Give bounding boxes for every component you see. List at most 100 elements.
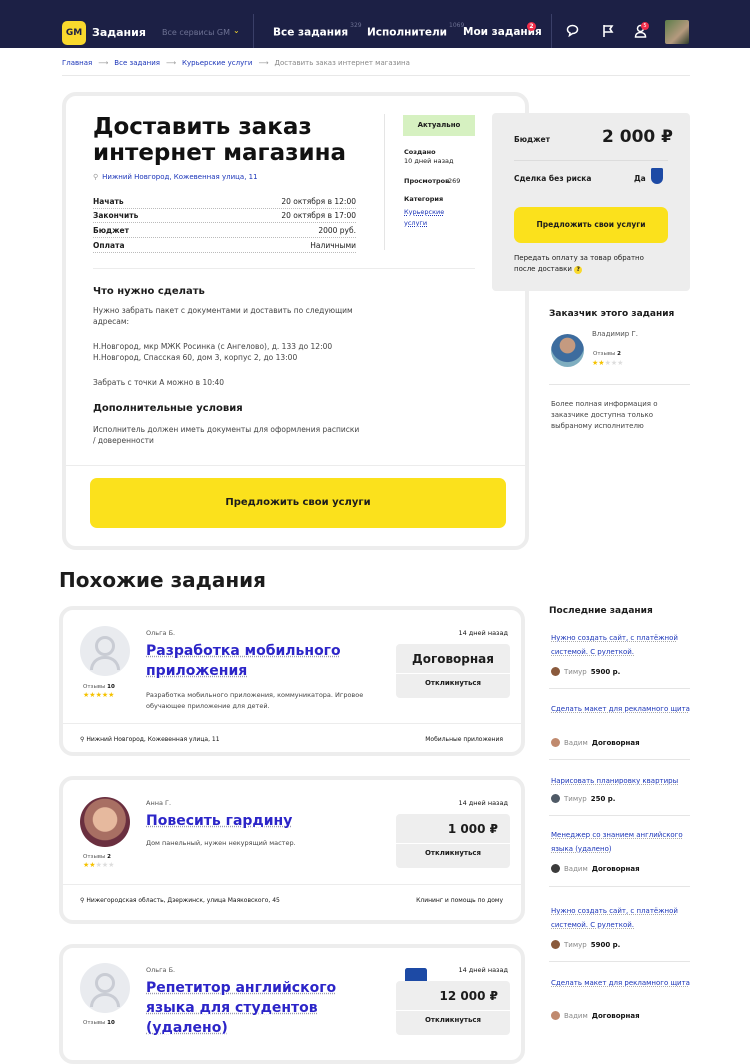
nav-all-tasks[interactable]: Все задания329: [273, 22, 362, 39]
budget-note: Передать оплату за товар обратно после д…: [514, 254, 644, 274]
brand-link[interactable]: Задания: [92, 26, 146, 39]
user-avatar[interactable]: [665, 20, 689, 44]
category-link[interactable]: Курьерские услуги: [404, 207, 464, 229]
user-placeholder-avatar: [80, 963, 130, 1013]
task-title: Доставить заказ интернет магазина: [93, 114, 346, 166]
gm-logo[interactable]: GM: [62, 21, 86, 45]
author-avatar: [80, 797, 130, 847]
price-panel: 12 000 ₽ Откликнуться: [396, 981, 510, 1035]
last-task-link[interactable]: Нужно создать сайт, с платёжной системой…: [551, 631, 691, 659]
budget-label: Бюджет: [514, 135, 550, 144]
nav-performers[interactable]: Исполнители1069: [367, 22, 464, 39]
customer-rating: ★★★★★: [592, 359, 623, 367]
breadcrumb-arrow-icon: ⟶: [258, 59, 269, 67]
flag-icon[interactable]: [602, 24, 615, 42]
detail-payment: Оплата Наличными: [93, 241, 356, 253]
respond-button[interactable]: Откликнуться: [396, 849, 510, 857]
todo-heading: Что нужно сделать: [93, 286, 205, 297]
breadcrumb: Главная ⟶ Все задания ⟶ Курьерские услуги ⟶ До…: [62, 59, 416, 67]
chat-icon[interactable]: [566, 24, 579, 41]
nav-divider: [253, 14, 254, 48]
task-category[interactable]: Мобильные приложения: [343, 736, 503, 743]
breadcrumb-all-tasks[interactable]: Все задания: [114, 59, 160, 67]
last-task-link[interactable]: Нарисовать планировку квартиры: [551, 774, 691, 788]
author-name[interactable]: Ольга Б.: [146, 966, 175, 974]
created-value: 10 дней назад: [404, 157, 454, 165]
respond-button[interactable]: Откликнуться: [396, 1016, 510, 1024]
task-description: Разработка мобильного приложения, коммун…: [146, 691, 364, 710]
views-label: Просмотров: [404, 177, 450, 185]
author-reviews: Отзывы 10: [83, 1020, 115, 1026]
meta-divider: [384, 114, 385, 250]
author-name[interactable]: Ольга Б.: [146, 629, 175, 637]
user-avatar: [551, 794, 560, 803]
author-reviews: Отзывы 2: [83, 854, 111, 860]
task-category[interactable]: Клининг и помощь по дому: [343, 897, 503, 904]
last-task-user: Тимур 5900 р.: [551, 667, 620, 676]
offer-services-button[interactable]: Предложить свои услуги: [90, 478, 506, 528]
nav-divider: [551, 14, 552, 48]
last-task-user: Вадим Договорная: [551, 1011, 640, 1020]
breadcrumb-home[interactable]: Главная: [62, 59, 92, 67]
user-avatar: [551, 864, 560, 873]
section-divider: [93, 268, 475, 269]
last-task-link[interactable]: Менеджер со знанием английского языка (у…: [551, 828, 691, 856]
todo-text: Нужно забрать пакет с документами и дост…: [93, 306, 353, 326]
breadcrumb-category[interactable]: Курьерские услуги: [182, 59, 252, 67]
task-location: ⚲ Нижний Новгород, Кожевенная улица, 11: [80, 736, 220, 743]
task-price: 1 000 ₽: [447, 822, 498, 836]
breadcrumb-arrow-icon: ⟶: [98, 59, 109, 67]
customer-note: Более полная информация о заказчике дост…: [551, 400, 658, 430]
star-icon: ★: [617, 359, 624, 367]
status-badge: Актуально: [403, 115, 475, 136]
customer-reviews: Отзывы 2: [593, 351, 621, 357]
author-name[interactable]: Анна Г.: [146, 799, 171, 807]
author-rating: ★★★★★: [83, 691, 114, 699]
task-location[interactable]: ⚲ Нижний Новгород, Кожевенная улица, 11: [93, 173, 258, 181]
user-avatar: [551, 738, 560, 747]
task-description: Дом панельный, нужен некурящий мастер.: [146, 839, 296, 847]
services-dropdown[interactable]: Все сервисы GM: [162, 28, 230, 37]
task-location: ⚲ Нижегородская область, Дзержинск, улиц…: [80, 897, 280, 904]
shield-icon: [651, 168, 663, 184]
todo-address-2: Н.Новгород, Спасская 60, дом 3, корпус 2…: [93, 353, 298, 362]
last-task-user: Тимур 250 р.: [551, 794, 615, 803]
task-title-link[interactable]: Повесить гардину: [146, 811, 346, 831]
extra-conditions-heading: Дополнительные условия: [93, 403, 243, 414]
user-avatar: [551, 1011, 560, 1020]
star-icon: ★: [108, 861, 115, 869]
budget-divider: [514, 160, 668, 161]
last-task-link[interactable]: Сделать макет для рекламного щита: [551, 976, 691, 990]
help-icon[interactable]: ?: [574, 266, 583, 274]
task-price: Договорная: [412, 652, 494, 666]
last-task-link[interactable]: Сделать макет для рекламного щита: [551, 702, 691, 716]
budget-offer-button[interactable]: Предложить свои услуги: [514, 207, 668, 243]
extra-conditions-text: Исполнитель должен иметь документы для о…: [93, 425, 360, 445]
my-tasks-count-badge: 2: [527, 22, 536, 31]
card-footer-divider: [66, 465, 525, 466]
safe-deal-label: Сделка без риска: [514, 174, 592, 183]
user-placeholder-avatar: [80, 626, 130, 676]
last-task-link[interactable]: Нужно создать сайт, с платёжной системой…: [551, 904, 691, 932]
user-avatar: [551, 940, 560, 949]
budget-price: 2 000 ₽: [602, 127, 673, 147]
chevron-down-icon[interactable]: ⌄: [233, 26, 240, 35]
task-title-link[interactable]: Репетитор английского языка для студенто…: [146, 978, 376, 1038]
last-task-divider: [549, 759, 690, 760]
last-task-user: Вадим Договорная: [551, 864, 640, 873]
last-task-divider: [549, 815, 690, 816]
breadcrumb-arrow-icon: ⟶: [165, 59, 177, 67]
views-value: 269: [448, 177, 461, 185]
user-avatar: [551, 667, 560, 676]
detail-budget: Бюджет 2000 руб.: [93, 226, 356, 238]
respond-button[interactable]: Откликнуться: [396, 679, 510, 687]
task-title-link[interactable]: Разработка мобильного приложения: [146, 641, 346, 681]
todo-address-1: Н.Новгород, мкр МЖК Росинка (с Ангелово)…: [93, 342, 333, 351]
last-task-divider: [549, 886, 690, 887]
customer-avatar[interactable]: [551, 334, 584, 367]
similar-tasks-heading: Похожие задания: [59, 568, 267, 592]
task-date: 14 дней назад: [458, 799, 508, 807]
notification-count-badge: 5: [641, 22, 649, 30]
customer-name[interactable]: Владимир Г.: [592, 330, 638, 338]
created-label: Создано: [404, 148, 436, 156]
